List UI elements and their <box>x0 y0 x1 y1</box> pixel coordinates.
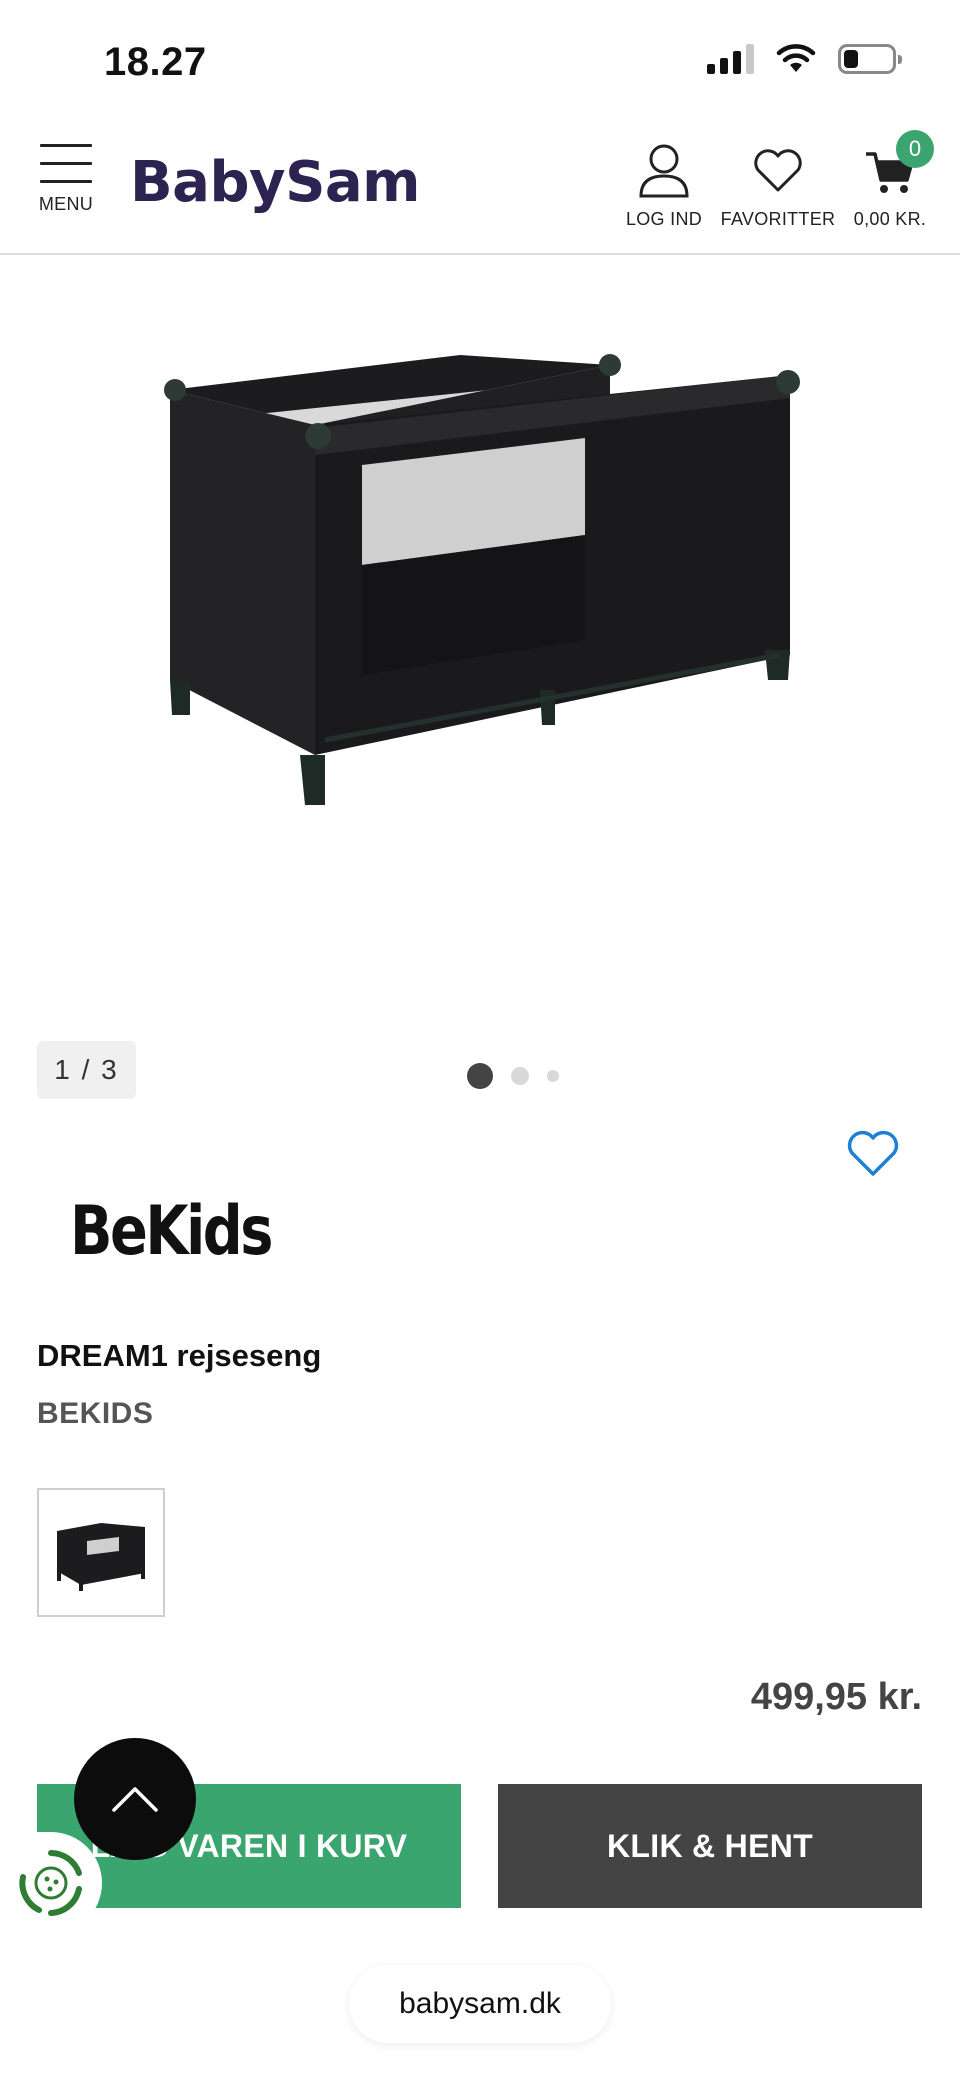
menu-label: MENU <box>38 194 94 214</box>
scroll-to-top-button[interactable] <box>74 1738 196 1860</box>
product-brand[interactable]: BEKIDS <box>37 1397 153 1431</box>
product-title: DREAM1 rejseseng <box>37 1338 322 1373</box>
wifi-icon <box>776 44 816 72</box>
gallery-dot-3[interactable] <box>547 1070 559 1082</box>
gallery-dot-2[interactable] <box>511 1067 529 1085</box>
favorites-button[interactable]: FAVORITTER <box>718 142 838 230</box>
status-time: 18.27 <box>104 40 207 84</box>
cookie-settings-button[interactable] <box>0 1832 102 1934</box>
product-price: 499,95 kr. <box>750 1676 922 1718</box>
site-header: MENU BabySam LOG IND FAVORITTER 0 0,00 K… <box>0 120 960 255</box>
gallery-counter: 1 / 3 <box>37 1041 136 1099</box>
user-icon <box>639 144 689 198</box>
signal-icon <box>707 44 754 74</box>
brand-logo[interactable]: BeKids <box>70 1192 273 1271</box>
heart-icon <box>754 149 802 192</box>
status-bar: 18.27 <box>0 0 960 120</box>
menu-button[interactable]: MENU <box>38 144 94 215</box>
login-label: LOG IND <box>625 209 703 229</box>
add-to-favorites-heart-icon[interactable] <box>846 1130 900 1178</box>
gallery-dot-1[interactable] <box>467 1063 493 1089</box>
variant-thumbnail[interactable] <box>37 1488 165 1617</box>
login-button[interactable]: LOG IND <box>622 142 706 230</box>
product-image[interactable] <box>140 310 820 830</box>
gallery-dots <box>467 1063 559 1089</box>
status-icons <box>707 44 902 74</box>
browser-url-bar[interactable]: babysam.dk <box>349 1965 611 2043</box>
chevron-up-icon <box>112 1787 158 1812</box>
cart-count-badge: 0 <box>896 130 934 168</box>
battery-icon <box>838 44 902 74</box>
click-and-collect-button[interactable]: KLIK & HENT <box>498 1784 922 1908</box>
cart-total-label: 0,00 KR. <box>853 209 927 229</box>
menu-icon <box>38 144 94 183</box>
cookie-icon <box>19 1850 82 1916</box>
thumbnail-image <box>57 1522 145 1591</box>
site-logo[interactable]: BabySam <box>130 150 421 215</box>
cart-button[interactable]: 0 0,00 KR. <box>852 130 934 230</box>
favorites-label: FAVORITTER <box>720 209 836 229</box>
